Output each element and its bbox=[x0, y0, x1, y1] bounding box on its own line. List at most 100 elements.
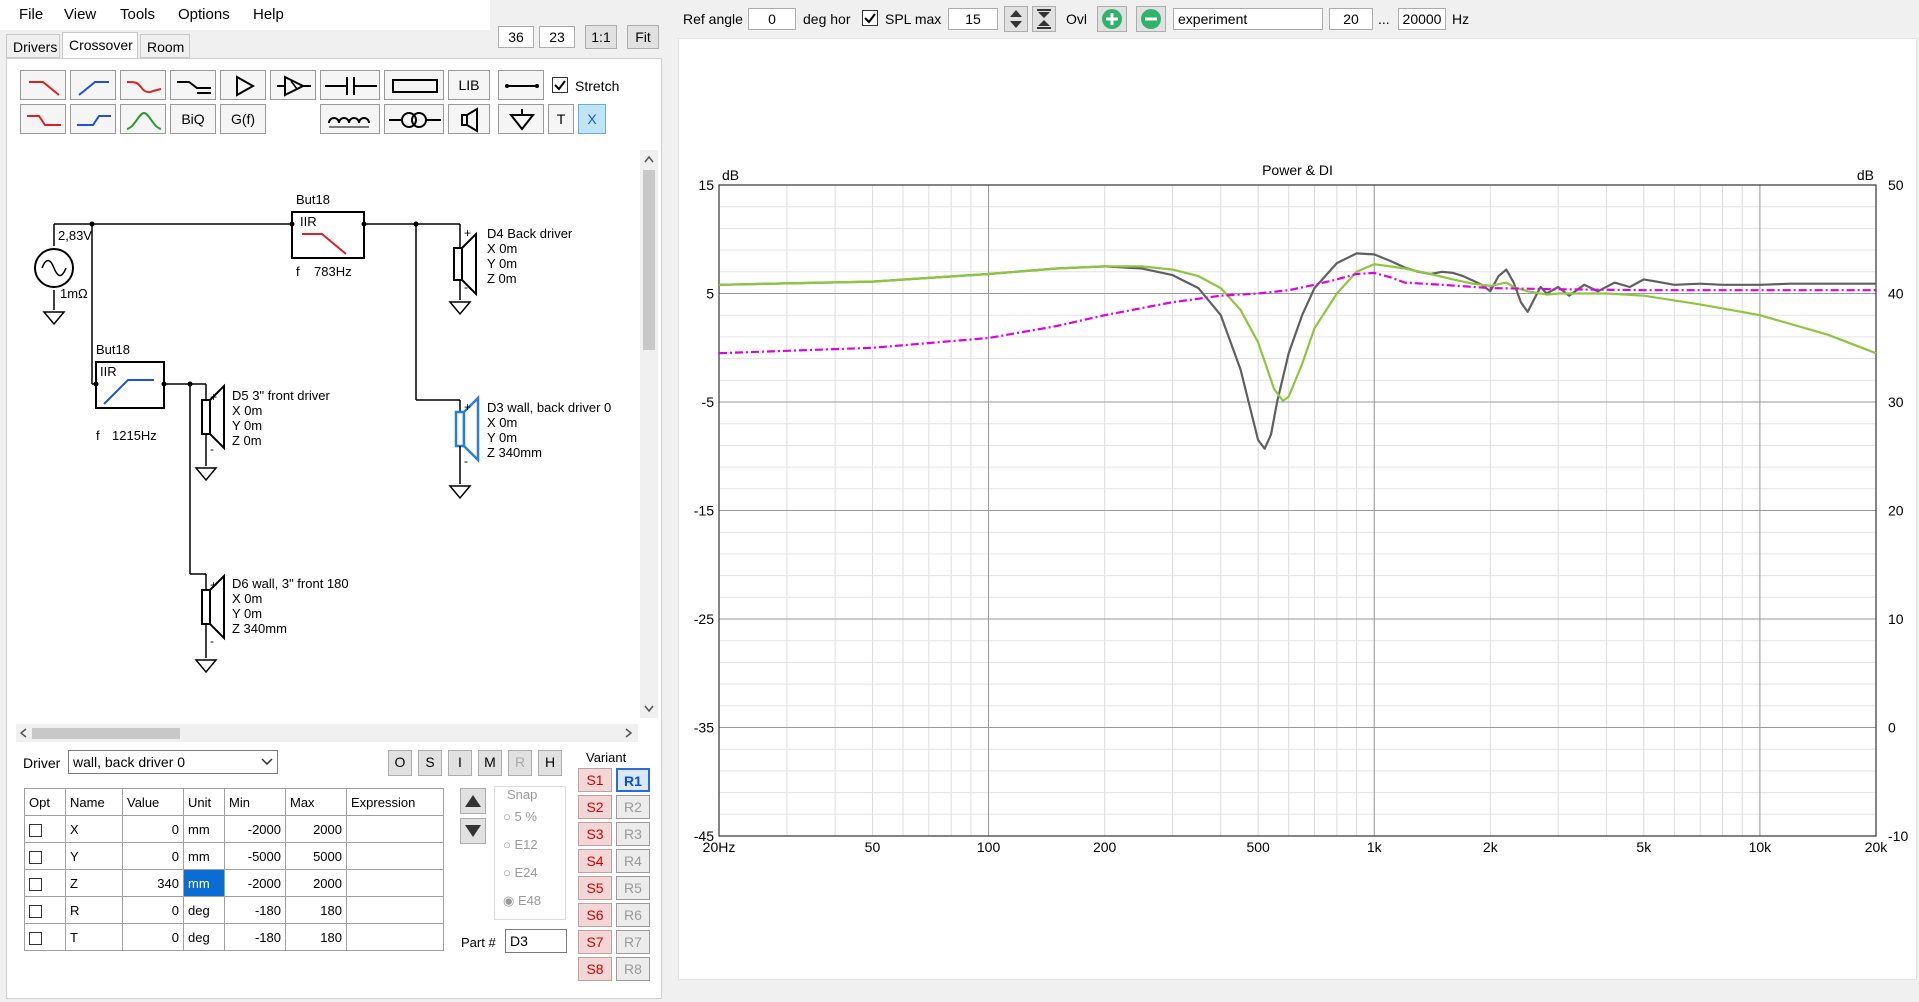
schematic-canvas[interactable]: 2,83V 1mΩ But18 IIR f 783Hz But18 IIR f … bbox=[16, 150, 638, 718]
param-min[interactable]: -5000 bbox=[224, 842, 286, 870]
grid-x-input[interactable]: 36 bbox=[498, 26, 534, 48]
menu-tools[interactable]: Tools bbox=[120, 6, 155, 23]
param-max[interactable]: 180 bbox=[285, 923, 347, 951]
menu-view[interactable]: View bbox=[64, 6, 96, 23]
param-unit[interactable]: deg bbox=[183, 896, 225, 924]
param-expression[interactable] bbox=[346, 923, 444, 951]
shelf-icon[interactable] bbox=[170, 70, 216, 100]
allpass-red-icon[interactable] bbox=[120, 70, 166, 100]
param-min[interactable]: -2000 bbox=[224, 869, 286, 897]
param-expression[interactable] bbox=[346, 869, 444, 897]
variant-s7-button[interactable]: S7 bbox=[578, 930, 612, 954]
param-value[interactable]: 0 bbox=[122, 923, 184, 951]
ref-angle-input[interactable]: 0 bbox=[748, 8, 796, 30]
variant-s8-button[interactable]: S8 bbox=[578, 957, 612, 981]
menu-options[interactable]: Options bbox=[178, 6, 230, 23]
variant-r3-button[interactable]: R3 bbox=[616, 822, 650, 846]
capacitor-icon[interactable] bbox=[320, 70, 380, 100]
variant-r8-button[interactable]: R8 bbox=[616, 957, 650, 981]
overlay-name-input[interactable]: experiment bbox=[1173, 8, 1323, 30]
opt-checkbox[interactable] bbox=[24, 869, 66, 897]
tab-crossover[interactable]: Crossover bbox=[62, 32, 138, 59]
variant-s5-button[interactable]: S5 bbox=[578, 876, 612, 900]
param-max[interactable]: 2000 bbox=[285, 815, 347, 843]
variant-s1-button[interactable]: S1 bbox=[578, 768, 612, 792]
param-value[interactable]: 0 bbox=[122, 896, 184, 924]
remove-overlay-button[interactable] bbox=[1136, 6, 1166, 32]
schematic-vertical-scrollbar[interactable] bbox=[640, 150, 658, 718]
highpass-blue-icon[interactable] bbox=[70, 70, 116, 100]
stretch-checkbox[interactable] bbox=[552, 77, 568, 96]
grid-y-input[interactable]: 23 bbox=[539, 26, 575, 48]
spl-max-input[interactable]: 15 bbox=[948, 8, 998, 30]
variant-s3-button[interactable]: S3 bbox=[578, 822, 612, 846]
snap-e12-radio[interactable]: ○ E12 bbox=[503, 837, 538, 852]
optimize-i-button[interactable]: I bbox=[448, 750, 472, 776]
variant-s6-button[interactable]: S6 bbox=[578, 903, 612, 927]
wire-icon[interactable] bbox=[498, 70, 544, 100]
opt-checkbox[interactable] bbox=[24, 923, 66, 951]
param-max[interactable]: 5000 bbox=[285, 842, 347, 870]
highpass-blue-2-icon[interactable] bbox=[70, 104, 116, 134]
param-value[interactable]: 0 bbox=[122, 842, 184, 870]
param-unit-selected[interactable]: mm bbox=[183, 869, 225, 897]
power-di-chart[interactable]: 20Hz 50 100 200 500 1k 2k 5k 10k 20k 15 5 -5 -15 -25 -3… bbox=[678, 38, 1917, 980]
spl-spin-button[interactable] bbox=[1004, 6, 1028, 32]
param-expression[interactable] bbox=[346, 896, 444, 924]
param-unit[interactable]: deg bbox=[183, 923, 225, 951]
delay-amplifier-icon[interactable] bbox=[270, 70, 316, 100]
delete-button[interactable]: X bbox=[578, 104, 606, 134]
variant-r5-button[interactable]: R5 bbox=[616, 876, 650, 900]
param-min[interactable]: -180 bbox=[224, 896, 286, 924]
optimize-o-button[interactable]: O bbox=[388, 750, 412, 776]
menu-file[interactable]: File bbox=[19, 6, 43, 23]
variant-r6-button[interactable]: R6 bbox=[616, 903, 650, 927]
param-value[interactable]: 0 bbox=[122, 815, 184, 843]
transfer-function-button[interactable]: G(f) bbox=[220, 104, 266, 134]
part-number-input[interactable]: D3 bbox=[505, 929, 567, 953]
freq-min-input[interactable]: 20 bbox=[1329, 8, 1373, 30]
variant-r2-button[interactable]: R2 bbox=[616, 795, 650, 819]
menu-help[interactable]: Help bbox=[253, 6, 284, 23]
fit-button[interactable]: Fit bbox=[627, 25, 659, 49]
optimize-r-button[interactable]: R bbox=[508, 750, 532, 776]
variant-r7-button[interactable]: R7 bbox=[616, 930, 650, 954]
freq-max-input[interactable]: 20000 bbox=[1398, 8, 1446, 30]
variant-r4-button[interactable]: R4 bbox=[616, 849, 650, 873]
speaker-icon[interactable] bbox=[448, 104, 490, 134]
one-to-one-button[interactable]: 1:1 bbox=[585, 25, 617, 49]
param-max[interactable]: 180 bbox=[285, 896, 347, 924]
lowpass-red-icon[interactable] bbox=[20, 70, 66, 100]
ground-icon[interactable] bbox=[498, 104, 544, 134]
snap-5pct-radio[interactable]: ○ 5 % bbox=[503, 809, 537, 824]
bandpass-green-icon[interactable] bbox=[120, 104, 166, 134]
inductor-icon[interactable] bbox=[320, 104, 380, 134]
move-up-button[interactable] bbox=[460, 788, 486, 814]
param-unit[interactable]: mm bbox=[183, 842, 225, 870]
spl-fit-button[interactable] bbox=[1032, 6, 1056, 32]
variant-r1-button[interactable]: R1 bbox=[616, 768, 650, 792]
opt-checkbox[interactable] bbox=[24, 815, 66, 843]
param-unit[interactable]: mm bbox=[183, 815, 225, 843]
param-expression[interactable] bbox=[346, 815, 444, 843]
param-expression[interactable] bbox=[346, 842, 444, 870]
opt-checkbox[interactable] bbox=[24, 896, 66, 924]
snap-e24-radio[interactable]: ○ E24 bbox=[503, 865, 538, 880]
biquad-button[interactable]: BiQ bbox=[170, 104, 216, 134]
tab-room[interactable]: Room bbox=[140, 34, 190, 58]
schematic-horizontal-scrollbar[interactable] bbox=[16, 724, 638, 742]
tab-drivers[interactable]: Drivers bbox=[6, 34, 60, 58]
param-min[interactable]: -180 bbox=[224, 923, 286, 951]
text-tool-button[interactable]: T bbox=[548, 104, 574, 134]
driver-select[interactable]: wall, back driver 0 bbox=[68, 750, 278, 774]
amplifier-icon[interactable] bbox=[220, 70, 266, 100]
param-min[interactable]: -2000 bbox=[224, 815, 286, 843]
move-down-button[interactable] bbox=[460, 818, 486, 844]
variant-s4-button[interactable]: S4 bbox=[578, 849, 612, 873]
param-value[interactable]: 340 bbox=[122, 869, 184, 897]
opt-checkbox[interactable] bbox=[24, 842, 66, 870]
variant-s2-button[interactable]: S2 bbox=[578, 795, 612, 819]
optimize-m-button[interactable]: M bbox=[478, 750, 502, 776]
add-overlay-button[interactable] bbox=[1097, 6, 1127, 32]
snap-e48-radio[interactable]: ◉ E48 bbox=[503, 893, 541, 909]
